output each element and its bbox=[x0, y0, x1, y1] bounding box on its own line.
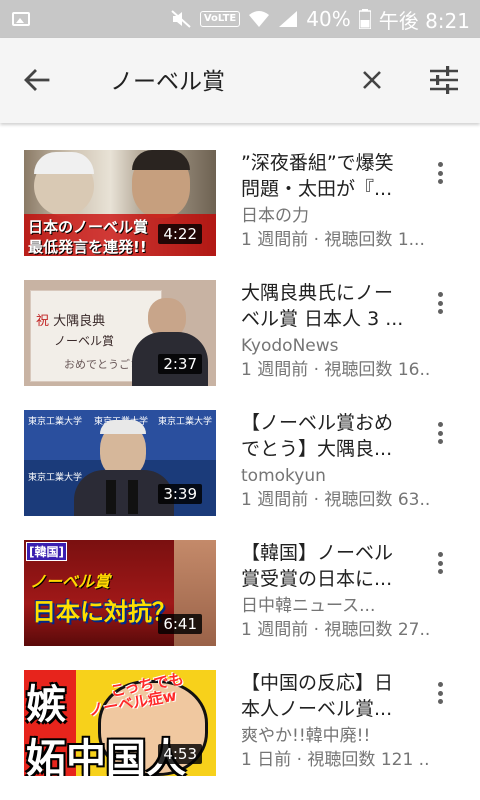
thumb-caption: 東京工業大学 bbox=[28, 473, 83, 483]
thumb-microphone bbox=[128, 480, 138, 514]
more-options-icon[interactable] bbox=[432, 552, 448, 578]
video-info: 【中国の反応】日 本人ノーベル賞... 爽やか!!韓中廃!! 1 日前 · 視聴… bbox=[241, 670, 431, 772]
thumb-caption: ノーベル賞 bbox=[54, 334, 115, 348]
video-title[interactable]: 大隅良典氏にノー ベル賞 日本人 3 ... bbox=[241, 280, 431, 332]
video-info: ”深夜番組”で爆笑 問題・太田が『... 日本の力 1 週間前 · 視聴回数 1… bbox=[241, 150, 431, 252]
wifi-icon bbox=[249, 11, 270, 27]
video-thumbnail[interactable]: 東京工業大学 東京工業大学 東京工業大学 東京工業大学 3:39 bbox=[24, 410, 216, 516]
video-result-4[interactable]: [韓国] ノーベル賞 日本に対抗？ 6:41 【韓国】ノーベル 賞受賞の日本に.… bbox=[0, 540, 480, 646]
video-result-2[interactable]: 祝 大隅良典 ノーベル賞 おめでとうござい 2:37 大隅良典氏にノー ベル賞 … bbox=[0, 280, 480, 386]
video-thumbnail[interactable]: こっちでも ノーベル症w 嫉 妬中国人 4:53 bbox=[24, 670, 216, 776]
thumb-person-hair bbox=[132, 150, 190, 170]
channel-name: KyodoNews bbox=[241, 336, 339, 356]
video-thumbnail[interactable]: 祝 大隅良典 ノーベル賞 おめでとうござい 2:37 bbox=[24, 280, 216, 386]
video-title-line: 本人ノーベル賞... bbox=[241, 698, 393, 720]
video-title-line: 問題・太田が『... bbox=[241, 178, 393, 200]
video-duration: 2:37 bbox=[158, 354, 202, 374]
clear-icon[interactable] bbox=[358, 66, 386, 94]
battery-percent: 40% bbox=[306, 7, 351, 31]
channel-name: 日本の力 bbox=[241, 206, 309, 226]
filter-icon[interactable] bbox=[428, 65, 460, 95]
video-meta: 1 週間前 · 視聴回数 1... bbox=[241, 230, 425, 250]
video-thumbnail[interactable]: 日本のノーベル賞 最低発言を連発!! 4:22 bbox=[24, 150, 216, 256]
video-duration: 4:53 bbox=[158, 744, 202, 764]
video-result-5[interactable]: こっちでも ノーベル症w 嫉 妬中国人 4:53 【中国の反応】日 本人ノーベル… bbox=[0, 670, 480, 776]
video-title-line: 【中国の反応】日 bbox=[241, 672, 394, 694]
video-duration: 6:41 bbox=[158, 614, 202, 634]
signal-icon bbox=[279, 11, 298, 27]
search-app-bar: ノーベル賞 bbox=[0, 38, 480, 123]
thumb-caption: [韓国] bbox=[26, 542, 67, 561]
video-info: 【ノーベル賞おめ でとう】大隅良... tomokyun 1 週間前 · 視聴回… bbox=[241, 410, 431, 512]
video-title-line: 【ノーベル賞おめ bbox=[241, 412, 394, 434]
mute-icon bbox=[171, 10, 191, 28]
thumb-caption: 東京工業大学 bbox=[28, 417, 83, 427]
thumb-caption: 日本に対抗？ bbox=[32, 598, 176, 626]
video-result-3[interactable]: 東京工業大学 東京工業大学 東京工業大学 東京工業大学 3:39 【ノーベル賞お… bbox=[0, 410, 480, 516]
video-duration: 4:22 bbox=[158, 224, 202, 244]
thumb-caption: ノーベル賞 bbox=[30, 572, 111, 591]
video-title-line: 【韓国】ノーベル bbox=[241, 542, 394, 564]
back-arrow-icon[interactable] bbox=[22, 65, 52, 95]
video-duration: 3:39 bbox=[158, 484, 202, 504]
video-title[interactable]: 【韓国】ノーベル 賞受賞の日本に... bbox=[241, 540, 431, 592]
thumb-caption: 東京工業大学 bbox=[158, 417, 213, 427]
battery-icon bbox=[358, 9, 371, 29]
video-title-line: 賞受賞の日本に... bbox=[241, 568, 393, 590]
search-query-text[interactable]: ノーベル賞 bbox=[110, 62, 225, 96]
video-meta: 1 週間前 · 視聴回数 63... bbox=[241, 490, 431, 510]
video-result-1[interactable]: 日本のノーベル賞 最低発言を連発!! 4:22 ”深夜番組”で爆笑 問題・太田が… bbox=[0, 150, 480, 256]
status-bar: VoLTE 40% 午後 8:21 bbox=[0, 0, 480, 38]
video-title-line: でとう】大隅良... bbox=[241, 438, 393, 460]
video-title-line: ベル賞 日本人 3 ... bbox=[241, 308, 404, 330]
thumb-caption: 日本のノーベル賞 bbox=[28, 218, 149, 236]
more-options-icon[interactable] bbox=[432, 162, 448, 188]
video-title[interactable]: ”深夜番組”で爆笑 問題・太田が『... bbox=[241, 150, 431, 202]
video-thumbnail[interactable]: [韓国] ノーベル賞 日本に対抗？ 6:41 bbox=[24, 540, 216, 646]
thumb-caption: 嫉 bbox=[26, 682, 66, 728]
thumb-caption: 祝 大隅良典 bbox=[36, 314, 106, 329]
thumb-microphone bbox=[106, 480, 116, 514]
video-info: 【韓国】ノーベル 賞受賞の日本に... 日中韓ニュース... 1 週間前 · 視… bbox=[241, 540, 431, 642]
more-options-icon[interactable] bbox=[432, 422, 448, 448]
gallery-notification-icon bbox=[12, 12, 30, 26]
clock: 午後 8:21 bbox=[378, 8, 470, 33]
channel-name: 日中韓ニュース... bbox=[241, 596, 376, 616]
video-meta: 1 日前 · 視聴回数 121 ... bbox=[241, 750, 431, 770]
thumb-caption: 最低発言を連発!! bbox=[28, 238, 147, 256]
channel-name: tomokyun bbox=[241, 466, 326, 486]
video-title-line: 大隅良典氏にノー bbox=[241, 282, 394, 304]
video-title[interactable]: 【ノーベル賞おめ でとう】大隅良... bbox=[241, 410, 431, 462]
thumb-person-hair bbox=[34, 152, 94, 174]
video-title[interactable]: 【中国の反応】日 本人ノーベル賞... bbox=[241, 670, 431, 722]
channel-name: 爽やか!!韓中廃!! bbox=[241, 726, 371, 746]
video-title-line: ”深夜番組”で爆笑 bbox=[241, 152, 394, 174]
video-meta: 1 週間前 · 視聴回数 27... bbox=[241, 620, 431, 640]
volte-badge: VoLTE bbox=[199, 11, 241, 27]
video-info: 大隅良典氏にノー ベル賞 日本人 3 ... KyodoNews 1 週間前 ·… bbox=[241, 280, 431, 382]
more-options-icon[interactable] bbox=[432, 292, 448, 318]
thumb-person-hair bbox=[100, 420, 146, 434]
video-meta: 1 週間前 · 視聴回数 16... bbox=[241, 360, 431, 380]
more-options-icon[interactable] bbox=[432, 682, 448, 708]
